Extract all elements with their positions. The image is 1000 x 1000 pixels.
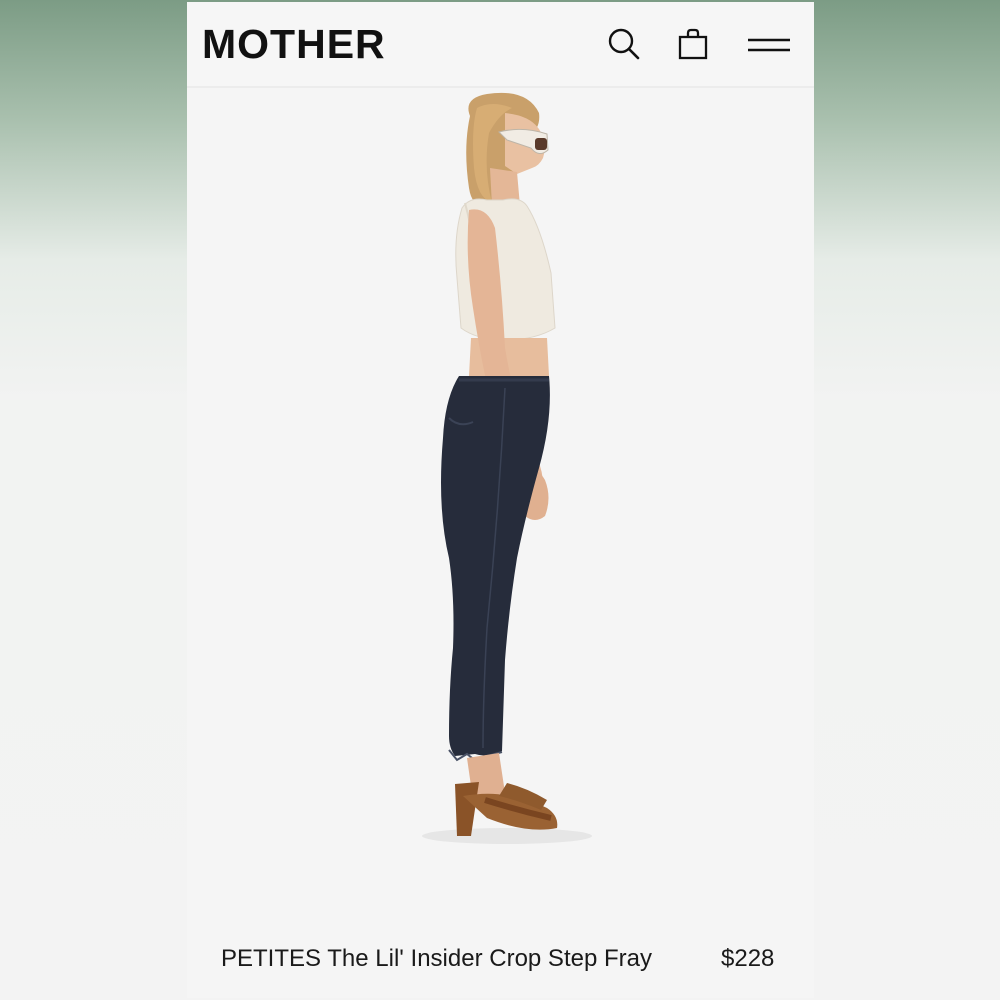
background-blur-right [814, 0, 1000, 1000]
shopping-bag-icon [678, 28, 708, 60]
search-button[interactable] [604, 24, 644, 64]
hamburger-menu-icon [748, 38, 790, 52]
product-info: PETITES The Lil' Insider Crop Step Fray … [187, 932, 814, 982]
product-name[interactable]: PETITES The Lil' Insider Crop Step Fray [221, 945, 652, 973]
background-blur-left [0, 0, 187, 1000]
product-page: MOTHER PETITES The Lil' Insider Crop Ste… [187, 2, 814, 998]
cart-button[interactable] [673, 24, 713, 64]
model-photo [422, 92, 592, 844]
search-icon [608, 28, 640, 60]
site-header: MOTHER [187, 2, 814, 88]
menu-button[interactable] [746, 24, 792, 64]
product-price: $228 [721, 945, 775, 972]
product-image[interactable] [187, 88, 814, 918]
brand-logo[interactable]: MOTHER [202, 22, 386, 66]
